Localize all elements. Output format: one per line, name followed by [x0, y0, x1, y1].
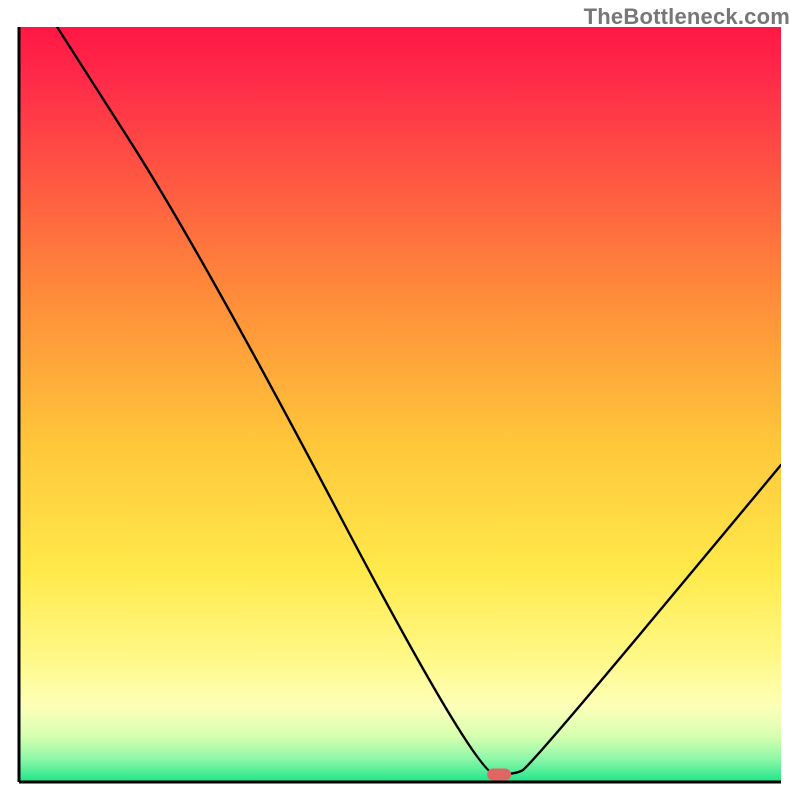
plot-area	[19, 27, 781, 782]
gradient-background	[19, 27, 781, 782]
bottleneck-chart	[0, 0, 800, 800]
chart-container: TheBottleneck.com	[0, 0, 800, 800]
optimal-point-marker	[487, 769, 511, 781]
watermark-label: TheBottleneck.com	[584, 4, 790, 30]
